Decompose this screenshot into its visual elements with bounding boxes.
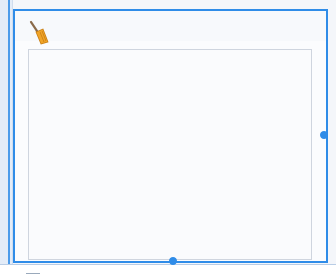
canvas-bottom-edge [0, 264, 336, 278]
design-canvas [0, 0, 336, 278]
resize-handle-right[interactable] [320, 131, 328, 139]
broom-icon[interactable] [27, 20, 49, 46]
selected-component-frame[interactable] [13, 9, 328, 263]
resize-handle-bottom[interactable] [169, 257, 177, 265]
left-ruler [0, 0, 13, 278]
partial-element [26, 273, 40, 278]
component-content-area[interactable] [28, 49, 312, 260]
divider [0, 264, 336, 265]
selection-guide-line [8, 0, 10, 264]
component-header [15, 11, 326, 41]
